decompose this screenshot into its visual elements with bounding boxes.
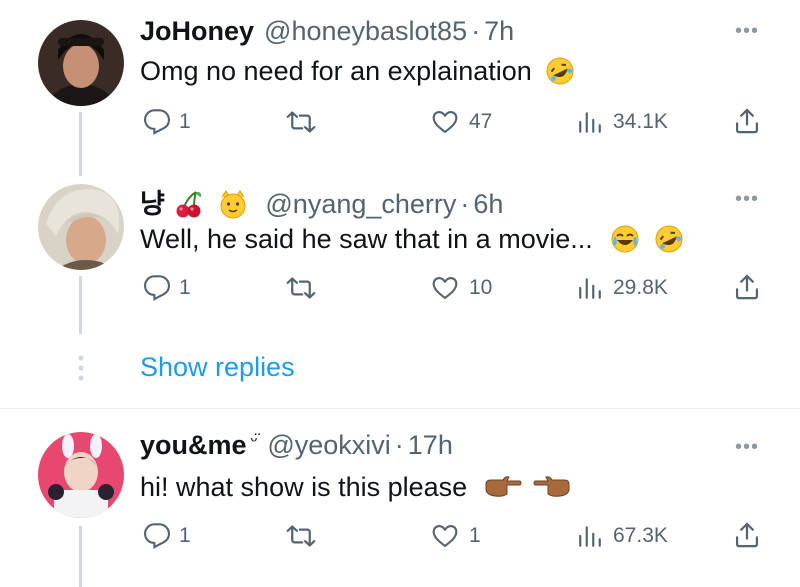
share-icon — [735, 274, 759, 300]
analytics-icon — [579, 112, 601, 133]
analytics-icon — [579, 278, 601, 299]
views-button[interactable]: 67.3K — [577, 522, 668, 550]
timestamp[interactable]: 6h — [473, 189, 503, 219]
analytics-icon — [579, 526, 601, 547]
heart-icon — [432, 525, 458, 548]
avatar[interactable] — [38, 432, 124, 518]
thread-line — [79, 276, 82, 334]
separator-dot: · — [394, 430, 404, 460]
heart-icon — [432, 277, 458, 300]
like-button[interactable]: 47 — [431, 108, 492, 136]
thread-line — [79, 112, 82, 170]
share-button[interactable] — [733, 272, 761, 302]
like-count: 47 — [469, 110, 493, 133]
display-name[interactable]: JoHoney — [140, 16, 254, 46]
reply-count: 1 — [179, 524, 191, 547]
retweet-button[interactable] — [286, 522, 316, 550]
like-count: 1 — [469, 524, 481, 547]
rofl-emoji — [546, 57, 574, 85]
tweet-text: Omg no need for an explaination — [140, 56, 532, 86]
show-replies-link[interactable]: Show replies — [140, 352, 295, 383]
avatar[interactable] — [38, 20, 124, 106]
tweet-3[interactable]: you&me ᵕ̈ @yeokxivi · 17h ••• hi! what show … — [0, 410, 800, 587]
tweet-1[interactable]: JoHoney @honeybaslot85 · 7h ••• Omg no need… — [0, 0, 800, 170]
more-options-icon[interactable]: ••• — [735, 188, 759, 211]
point-right-emoji — [485, 476, 522, 497]
tweet-header: JoHoney @honeybaslot85 · 7h — [140, 16, 514, 47]
avatar-image — [38, 184, 124, 270]
timestamp[interactable]: 7h — [484, 16, 514, 46]
avatar[interactable] — [38, 184, 124, 270]
thread-line — [79, 166, 82, 176]
tweet-header: you&me ᵕ̈ @yeokxivi · 17h — [140, 430, 453, 461]
separator-dot: · — [460, 189, 470, 219]
retweet-icon — [286, 277, 316, 299]
timestamp[interactable]: 17h — [408, 430, 453, 460]
views-button[interactable]: 29.8K — [577, 274, 668, 302]
share-button[interactable] — [733, 106, 761, 136]
cherry-emoji — [176, 191, 202, 218]
vertical-dots-icon — [78, 355, 84, 381]
retweet-icon — [286, 525, 316, 547]
view-count: 34.1K — [613, 110, 668, 133]
reply-icon — [143, 523, 171, 549]
thread-line — [79, 526, 82, 587]
like-button[interactable]: 10 — [431, 274, 492, 302]
retweet-button[interactable] — [286, 274, 316, 302]
divider — [0, 408, 800, 409]
views-button[interactable]: 34.1K — [577, 108, 668, 136]
more-options-icon[interactable]: ••• — [735, 436, 759, 459]
tweet-header: 냥 @nyang_cherry · 6h — [140, 182, 503, 221]
reply-icon — [143, 275, 171, 301]
point-left-emoji — [533, 476, 570, 497]
reply-button[interactable]: 1 — [143, 274, 191, 302]
tweet-text: hi! what show is this please — [140, 472, 468, 502]
view-count: 29.8K — [613, 276, 668, 299]
tweet-2[interactable]: 냥 @nyang_cherry · 6h ••• Well, he said he … — [0, 166, 800, 340]
reply-count: 1 — [179, 110, 191, 133]
reply-count: 1 — [179, 276, 191, 299]
like-button[interactable]: 1 — [431, 522, 481, 550]
rofl-emoji — [655, 225, 683, 253]
tweet-text-row: Omg no need for an explaination — [140, 56, 575, 87]
reply-button[interactable]: 1 — [143, 108, 191, 136]
view-count: 67.3K — [613, 524, 668, 547]
separator-dot: · — [471, 16, 481, 46]
reply-icon — [143, 109, 171, 135]
avatar-image — [38, 432, 124, 518]
share-icon — [735, 522, 759, 548]
share-icon — [735, 108, 759, 134]
display-name[interactable]: 냥 — [140, 189, 165, 219]
share-button[interactable] — [733, 520, 761, 550]
retweet-icon — [286, 111, 316, 133]
display-name[interactable]: you&me — [140, 430, 247, 460]
tweet-text-row: hi! what show is this please — [140, 472, 572, 503]
like-count: 10 — [469, 276, 493, 299]
tears-of-joy-emoji — [611, 225, 639, 253]
handle[interactable]: @yeokxivi — [267, 430, 390, 460]
handle[interactable]: @nyang_cherry — [265, 189, 456, 219]
handle[interactable]: @honeybaslot85 — [264, 16, 467, 46]
avatar-image — [38, 20, 124, 106]
tweet-text-row: Well, he said he saw that in a movie... — [140, 224, 684, 255]
more-options-icon[interactable]: ••• — [735, 20, 759, 43]
name-suffix: ᵕ̈ — [250, 430, 258, 450]
tweet-text: Well, he said he saw that in a movie... — [140, 224, 593, 254]
reply-button[interactable]: 1 — [143, 522, 191, 550]
cat-emoji — [220, 190, 246, 219]
heart-icon — [432, 111, 458, 134]
retweet-button[interactable] — [286, 108, 316, 136]
